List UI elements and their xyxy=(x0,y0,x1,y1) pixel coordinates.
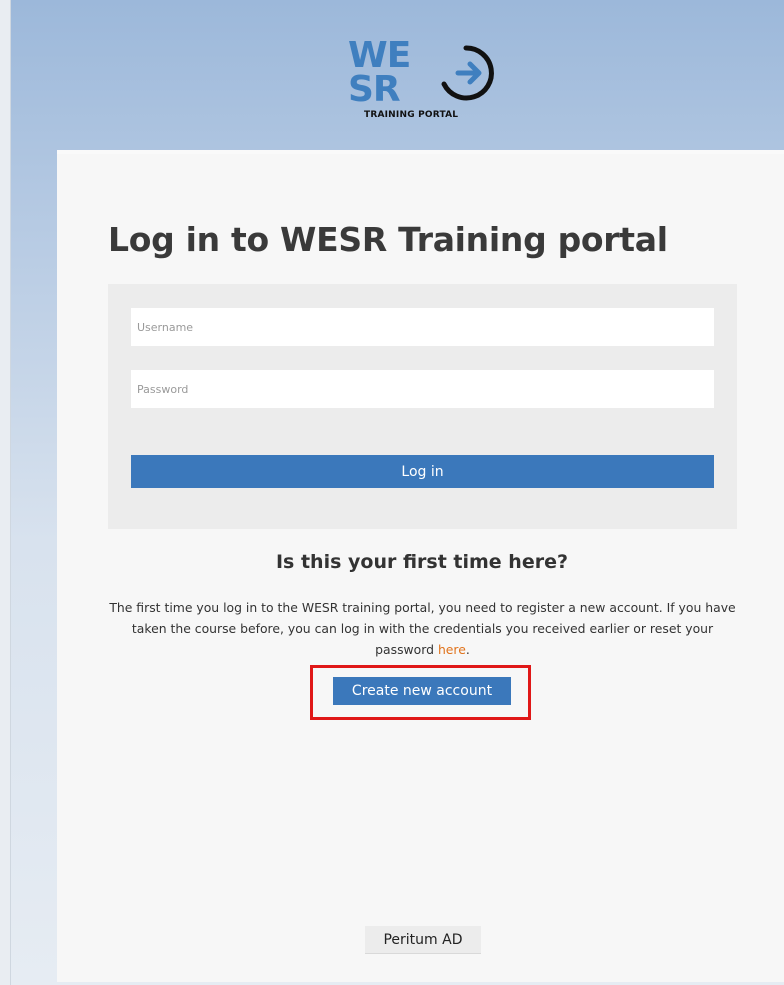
login-button[interactable]: Log in xyxy=(131,455,714,488)
username-input[interactable] xyxy=(131,308,714,346)
first-time-heading: Is this your first time here? xyxy=(275,551,569,573)
password-input[interactable] xyxy=(131,370,714,408)
window-left-edge xyxy=(0,0,11,985)
reset-password-link[interactable]: here xyxy=(438,642,466,657)
first-time-info-end: . xyxy=(465,642,470,657)
logo-text-sr: SR xyxy=(348,69,401,110)
site-logo: WE SR TRAINING PORTAL xyxy=(340,34,510,126)
page-title: Log in to WESR Training portal xyxy=(108,220,668,259)
arrow-circle-icon xyxy=(441,45,494,101)
footer-company-button[interactable]: Peritum AD xyxy=(365,926,481,954)
first-time-info: The first time you log in to the WESR tr… xyxy=(108,597,737,660)
first-time-info-text: The first time you log in to the WESR tr… xyxy=(109,600,736,657)
create-account-button[interactable]: Create new account xyxy=(333,677,511,705)
logo-subtitle: TRAINING PORTAL xyxy=(364,110,459,120)
